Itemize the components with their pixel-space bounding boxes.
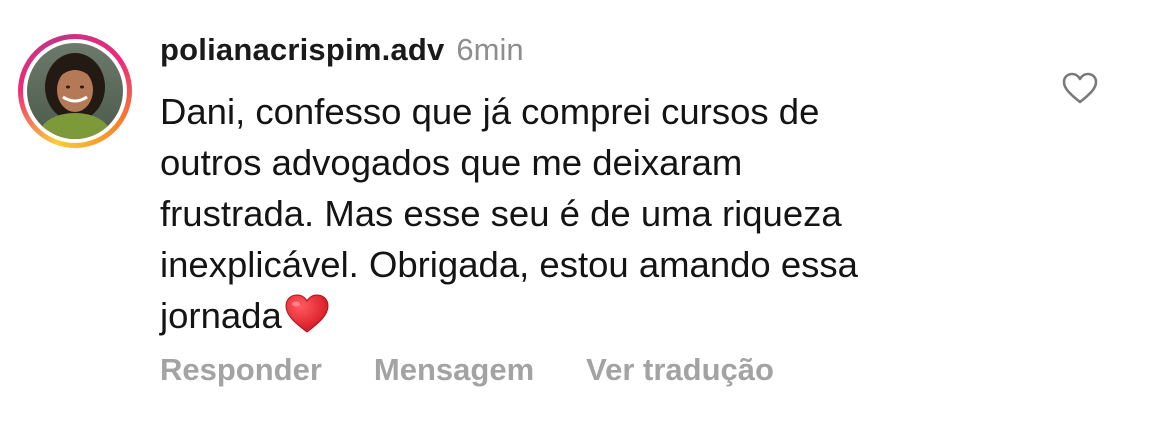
red-heart-emoji-icon <box>285 294 329 333</box>
username[interactable]: polianacrispim.adv <box>160 32 444 68</box>
avatar-gap <box>23 39 127 143</box>
comment-body: Dani, confesso que já comprei cursos de … <box>160 91 858 336</box>
avatar[interactable] <box>27 43 123 139</box>
like-button[interactable] <box>1058 68 1102 108</box>
reply-button[interactable]: Responder <box>160 352 322 388</box>
translate-button[interactable]: Ver tradução <box>586 352 774 388</box>
comment: polianacrispim.adv 6min Dani, confesso q… <box>0 0 1170 448</box>
comment-text: Dani, confesso que já comprei cursos de … <box>160 86 1040 341</box>
comment-header: polianacrispim.adv 6min <box>160 32 524 76</box>
heart-outline-icon <box>1062 72 1098 104</box>
comment-actions: Responder Mensagem Ver tradução <box>160 352 826 388</box>
story-ring[interactable] <box>18 34 132 148</box>
timestamp: 6min <box>456 32 524 67</box>
message-button[interactable]: Mensagem <box>374 352 534 388</box>
